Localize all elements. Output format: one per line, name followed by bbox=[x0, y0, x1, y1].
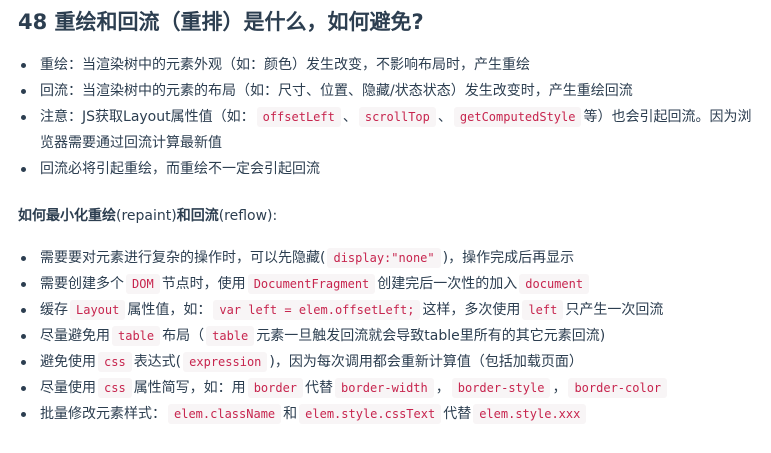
bullet-icon bbox=[21, 89, 26, 94]
inline-code: border-color bbox=[568, 378, 668, 398]
item-text: 布局（ bbox=[162, 328, 205, 344]
item-text: 重绘：当渲染树中的元素外观（如：颜色）发生改变，不影响布局时，产生重绘 bbox=[40, 57, 530, 73]
inline-code: border bbox=[247, 378, 304, 398]
bullet-icon bbox=[21, 412, 26, 417]
inline-code: getComputedStyle bbox=[453, 107, 582, 127]
bullet-icon bbox=[21, 360, 26, 365]
inline-code: scrollTop bbox=[358, 107, 436, 127]
bullet-icon bbox=[21, 115, 26, 120]
inline-code: offsetLeft bbox=[256, 107, 341, 127]
heading-text: (repaint) bbox=[116, 208, 177, 224]
list-item: 需要要对元素进行复杂的操作时，可以先隐藏(display:"none")，操作完… bbox=[18, 245, 669, 271]
inline-code: border-width bbox=[335, 378, 434, 398]
item-text: 表达式( bbox=[133, 354, 182, 370]
list-item: 重绘：当渲染树中的元素外观（如：颜色）发生改变，不影响布局时，产生重绘 bbox=[18, 52, 765, 78]
item-text: 这样，多次使用 bbox=[422, 302, 521, 318]
heading-text: 和回流 bbox=[176, 208, 219, 224]
item-text: ， bbox=[435, 380, 450, 396]
item-text: 元素一旦触发回流就会导致table里所有的其它元素回流) bbox=[256, 328, 606, 344]
inline-code: DOM bbox=[126, 274, 160, 294]
list-item: 批量修改元素样式： elem.className 和 elem.style.cssTe… bbox=[18, 401, 669, 427]
inline-code: var left = elem.offsetLeft; bbox=[213, 300, 421, 320]
bullet-icon bbox=[21, 282, 26, 287]
inline-code: document bbox=[519, 274, 590, 294]
item-text: 尽量使用 bbox=[40, 380, 96, 396]
inline-code: DocumentFragment bbox=[247, 274, 376, 294]
list-item: 注意：JS获取Layout属性值（如： offsetLeft、 scrollTop、… bbox=[18, 104, 765, 156]
section-heading: 如何最小化重绘(repaint)和回流(reflow): bbox=[18, 205, 277, 225]
definition-list: 重绘：当渲染树中的元素外观（如：颜色）发生改变，不影响布局时，产生重绘 回流：当… bbox=[18, 52, 765, 182]
inline-code: expression bbox=[183, 352, 268, 372]
list-item: 避免使用 css 表达式(expression)，因为每次调用都会重新计算值（包括加… bbox=[18, 349, 669, 375]
item-text: 、 bbox=[437, 109, 452, 125]
bullet-icon bbox=[21, 167, 26, 172]
inline-code: elem.className bbox=[168, 404, 282, 424]
inline-code: left bbox=[522, 300, 564, 320]
bullet-icon bbox=[21, 256, 26, 261]
item-text: 需要创建多个 bbox=[40, 276, 124, 292]
item-text: 回流：当渲染树中的元素的布局（如：尺寸、位置、隐藏/状态状态）发生改变时，产生重… bbox=[40, 83, 633, 99]
heading-text: 如何最小化重绘 bbox=[18, 208, 116, 224]
inline-code: table bbox=[112, 326, 161, 346]
item-text: )，操作完成后再显示 bbox=[442, 250, 575, 266]
item-text: 回流必将引起重绘，而重绘不一定会引起回流 bbox=[40, 161, 320, 177]
item-text: 和 bbox=[283, 406, 298, 422]
item-text: 只产生一次回流 bbox=[565, 302, 664, 318]
item-text: 代替 bbox=[443, 406, 472, 422]
bullet-icon bbox=[21, 334, 26, 339]
list-item: 尽量使用 css 属性简写，如：用 border 代替 border-width， bord… bbox=[18, 375, 669, 401]
page-title: 48 重绘和回流（重排）是什么，如何避免? bbox=[18, 10, 424, 34]
optimization-list: 需要要对元素进行复杂的操作时，可以先隐藏(display:"none")，操作完… bbox=[18, 245, 669, 427]
inline-code: css bbox=[98, 378, 132, 398]
item-text: 避免使用 bbox=[40, 354, 96, 370]
inline-code: display:"none" bbox=[327, 248, 441, 268]
item-text: )，因为每次调用都会重新计算值（包括加载页面） bbox=[269, 354, 583, 370]
list-item: 尽量避免用 table 布局（ table 元素一旦触发回流就会导致table里所有的其… bbox=[18, 323, 669, 349]
bullet-icon bbox=[21, 308, 26, 313]
item-text: 代替 bbox=[305, 380, 334, 396]
list-item: 回流：当渲染树中的元素的布局（如：尺寸、位置、隐藏/状态状态）发生改变时，产生重… bbox=[18, 78, 765, 104]
heading-text: : bbox=[272, 208, 278, 224]
item-text: ， bbox=[552, 380, 567, 396]
item-text: 批量修改元素样式： bbox=[40, 406, 166, 422]
inline-code: elem.style.cssText bbox=[299, 404, 442, 424]
item-text: 创建完后一次性的加入 bbox=[377, 276, 518, 292]
item-text: 、 bbox=[342, 109, 357, 125]
item-text: 缓存 bbox=[40, 302, 68, 318]
item-text: 注意：JS获取Layout属性值（如： bbox=[40, 109, 255, 125]
item-text: 属性简写，如：用 bbox=[133, 380, 246, 396]
list-item: 需要创建多个 DOM 节点时，使用 DocumentFragment 创建完后一次性的加… bbox=[18, 271, 669, 297]
inline-code: border-style bbox=[451, 378, 551, 398]
list-item: 回流必将引起重绘，而重绘不一定会引起回流 bbox=[18, 156, 765, 182]
item-text: 需要要对元素进行复杂的操作时，可以先隐藏( bbox=[40, 250, 326, 266]
bullet-icon bbox=[21, 63, 26, 68]
inline-code: Layout bbox=[70, 300, 126, 320]
item-text: 尽量避免用 bbox=[40, 328, 110, 344]
heading-text: (reflow) bbox=[218, 208, 273, 224]
inline-code: css bbox=[98, 352, 132, 372]
list-item: 缓存 Layout 属性值，如： var left = elem.offsetLeft… bbox=[18, 297, 669, 323]
bullet-icon bbox=[21, 386, 26, 391]
item-text: 节点时，使用 bbox=[161, 276, 246, 292]
inline-code: table bbox=[206, 326, 255, 346]
item-text: 属性值，如： bbox=[127, 302, 212, 318]
inline-code: elem.style.xxx bbox=[473, 404, 587, 424]
